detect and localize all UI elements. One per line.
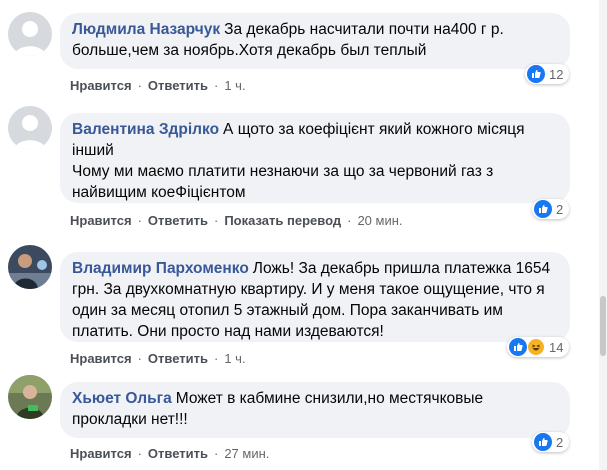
separator-dot: · xyxy=(213,446,219,461)
comment-time[interactable]: 27 мин. xyxy=(224,446,269,461)
like-icon xyxy=(509,338,527,356)
avatar[interactable] xyxy=(8,375,52,419)
reaction-summary[interactable]: 2 xyxy=(532,199,570,219)
separator-dot: · xyxy=(137,446,142,461)
comment-bubble: Хьюет Ольга Может в кабмине снизили,но ме… xyxy=(60,382,570,438)
comment-author[interactable]: Людмила Назарчук xyxy=(72,21,220,38)
comment-author[interactable]: Хьюет Ольга xyxy=(72,390,172,407)
comment-actions: Нравится · Ответить · 1 ч. xyxy=(70,78,246,93)
reaction-count: 14 xyxy=(549,339,564,355)
haha-icon xyxy=(527,338,545,356)
reaction-summary[interactable]: 14 xyxy=(507,337,570,357)
comment-time[interactable]: 20 мин. xyxy=(357,213,402,228)
reaction-summary[interactable]: 12 xyxy=(525,64,570,84)
separator-dot: · xyxy=(347,213,352,228)
reaction-count: 2 xyxy=(556,434,564,450)
like-link[interactable]: Нравится xyxy=(70,446,132,461)
reaction-summary[interactable]: 2 xyxy=(532,432,570,452)
comment-bubble: Людмила Назарчук За декабрь насчитали поч… xyxy=(60,13,570,69)
separator-dot: · xyxy=(137,78,142,93)
like-icon xyxy=(527,65,545,83)
reply-link[interactable]: Ответить xyxy=(148,351,208,366)
comment-actions: Нравится · Ответить · 1 ч. xyxy=(70,351,246,366)
separator-dot: · xyxy=(213,213,219,228)
like-link[interactable]: Нравится xyxy=(70,213,132,228)
avatar[interactable] xyxy=(8,245,52,289)
like-link[interactable]: Нравится xyxy=(70,78,132,93)
comment-time[interactable]: 1 ч. xyxy=(224,78,245,93)
reply-link[interactable]: Ответить xyxy=(148,213,208,228)
show-translation-link[interactable]: Показать перевод xyxy=(224,213,341,228)
scrollbar-thumb[interactable] xyxy=(600,296,606,356)
reaction-count: 12 xyxy=(549,66,564,82)
separator-dot: · xyxy=(213,351,219,366)
comment-bubble: Владимир Пархоменко Ложь! За декабрь приш… xyxy=(60,252,570,342)
like-link[interactable]: Нравится xyxy=(70,351,132,366)
comment-actions: Нравится · Ответить · Показать перевод · 20 ми… xyxy=(70,213,403,228)
separator-dot: · xyxy=(137,213,142,228)
reaction-count: 2 xyxy=(556,201,564,217)
comment-bubble: Валентина Здрілко А щото за коефіцієнт як… xyxy=(60,113,570,203)
separator-dot: · xyxy=(213,78,219,93)
scrollbar[interactable] xyxy=(599,0,607,470)
comment-time[interactable]: 1 ч. xyxy=(224,351,245,366)
avatar[interactable] xyxy=(8,12,52,56)
comment-author[interactable]: Владимир Пархоменко xyxy=(72,260,249,277)
avatar[interactable] xyxy=(8,106,52,150)
reply-link[interactable]: Ответить xyxy=(148,446,208,461)
like-icon xyxy=(534,433,552,451)
separator-dot: · xyxy=(137,351,142,366)
comment-actions: Нравится · Ответить · 27 мин. xyxy=(70,446,269,461)
reply-link[interactable]: Ответить xyxy=(148,78,208,93)
comment-author[interactable]: Валентина Здрілко xyxy=(72,121,219,138)
like-icon xyxy=(534,200,552,218)
